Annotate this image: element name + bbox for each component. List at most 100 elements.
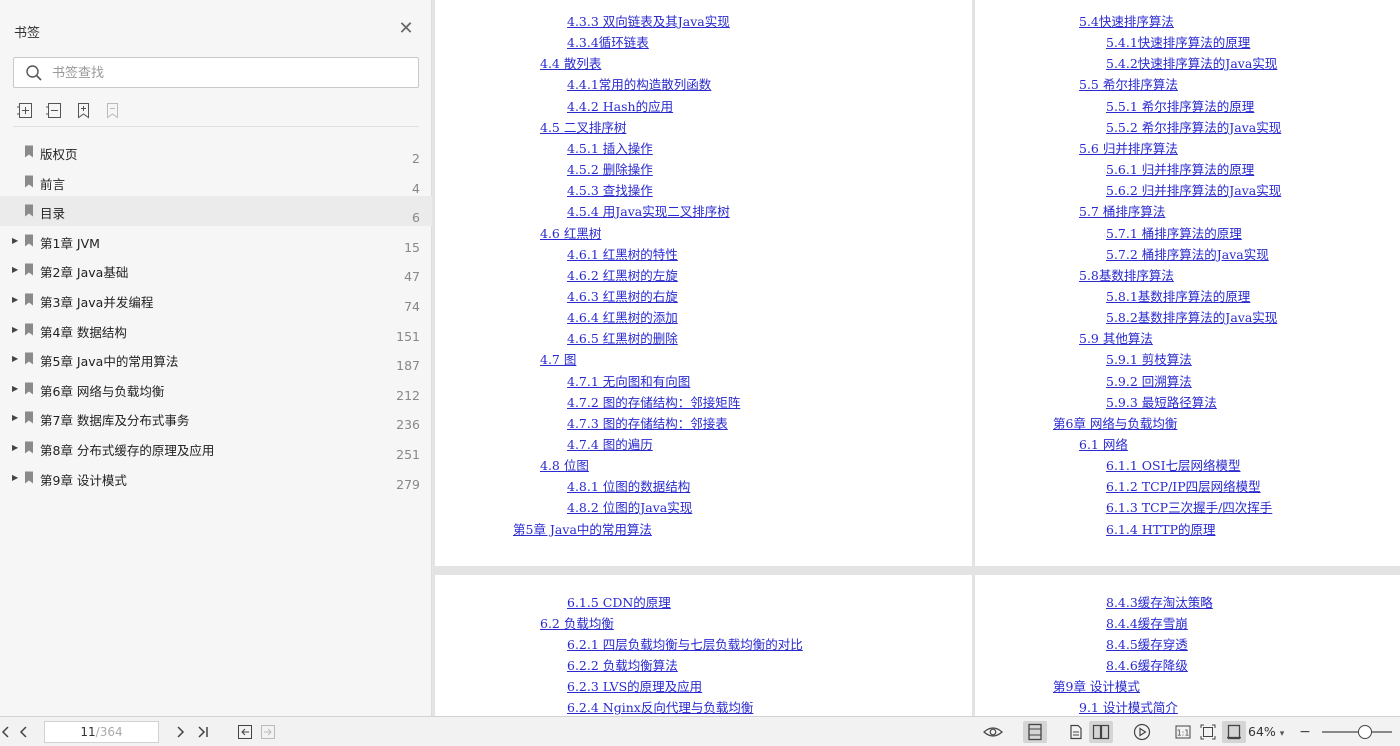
fit-page-icon[interactable] xyxy=(1198,721,1218,743)
toc-link[interactable]: 4.7 图 xyxy=(540,352,576,367)
continuous-view-icon[interactable] xyxy=(1066,721,1086,743)
bookmark-item[interactable]: 前言 4 xyxy=(0,167,432,197)
last-page-icon[interactable] xyxy=(195,721,211,743)
bookmark-item[interactable]: ▶ 第4章 数据结构 151 xyxy=(0,315,432,345)
toc-link[interactable]: 4.4 散列表 xyxy=(540,56,601,71)
toc-link[interactable]: 4.6.1 红黑树的特性 xyxy=(567,247,678,262)
zoom-level[interactable]: 64% ▾ xyxy=(1248,724,1284,739)
toc-link[interactable]: 4.6 红黑树 xyxy=(540,226,601,241)
expand-all-icon[interactable] xyxy=(16,101,35,120)
toc-link[interactable]: 4.7.4 图的遍历 xyxy=(567,437,653,452)
document-viewport[interactable]: 4.3.3 双向链表及其Java实现 4.3.4循环链表 4.4 散列表 4.4.1常… xyxy=(433,0,1400,716)
expand-arrow-icon[interactable]: ▶ xyxy=(12,295,20,305)
toc-link[interactable]: 5.5.1 希尔排序算法的原理 xyxy=(1106,99,1254,114)
toc-link[interactable]: 4.8.1 位图的数据结构 xyxy=(567,479,690,494)
toc-link[interactable]: 5.9.3 最短路径算法 xyxy=(1106,395,1217,410)
toc-link[interactable]: 4.5 二叉排序树 xyxy=(540,120,626,135)
toc-link[interactable]: 5.7.2 桶排序算法的Java实现 xyxy=(1106,247,1269,262)
close-icon[interactable]: ✕ xyxy=(397,20,415,38)
toc-link[interactable]: 5.7.1 桶排序算法的原理 xyxy=(1106,226,1242,241)
toc-link[interactable]: 6.2.2 负载均衡算法 xyxy=(567,658,678,673)
toc-link[interactable]: 5.5.2 希尔排序算法的Java实现 xyxy=(1106,120,1281,135)
toc-link[interactable]: 8.4.3缓存淘汰策略 xyxy=(1106,595,1213,610)
toc-link[interactable]: 6.2.4 Nginx反向代理与负载均衡 xyxy=(567,700,753,715)
toc-link[interactable]: 5.6.2 归并排序算法的Java实现 xyxy=(1106,183,1281,198)
toc-link[interactable]: 5.4.2快速排序算法的Java实现 xyxy=(1106,56,1277,71)
toc-link[interactable]: 4.5.3 查找操作 xyxy=(567,183,653,198)
toc-link[interactable]: 4.7.2 图的存储结构：邻接矩阵 xyxy=(567,395,740,410)
single-page-view-icon[interactable] xyxy=(1023,721,1047,743)
bookmark-item[interactable]: 目录 6 xyxy=(0,196,432,226)
expand-arrow-icon[interactable]: ▶ xyxy=(12,354,20,364)
toc-link[interactable]: 4.8.2 位图的Java实现 xyxy=(567,500,692,515)
fit-width-icon[interactable] xyxy=(1222,721,1246,743)
bookmark-item[interactable]: ▶ 第9章 设计模式 279 xyxy=(0,463,432,493)
expand-arrow-icon[interactable]: ▶ xyxy=(12,413,20,423)
expand-arrow-icon[interactable]: ▶ xyxy=(12,473,20,483)
toc-link[interactable]: 5.4.1快速排序算法的原理 xyxy=(1106,35,1250,50)
toc-link[interactable]: 6.1 网络 xyxy=(1079,437,1128,452)
bookmark-item[interactable]: ▶ 第1章 JVM 15 xyxy=(0,226,432,256)
toc-link[interactable]: 6.2.3 LVS的原理及应用 xyxy=(567,679,702,694)
bookmark-search-input[interactable] xyxy=(52,64,412,82)
first-page-icon[interactable] xyxy=(0,721,10,743)
toc-link[interactable]: 6.1.2 TCP/IP四层网络模型 xyxy=(1106,479,1261,494)
toc-link[interactable]: 5.5 希尔排序算法 xyxy=(1079,77,1178,92)
toc-link[interactable]: 5.8基数排序算法 xyxy=(1079,268,1174,283)
zoom-slider-track[interactable] xyxy=(1322,731,1392,733)
eye-protection-icon[interactable] xyxy=(982,721,1004,743)
bookmark-item[interactable]: ▶ 第7章 数据库及分布式事务 236 xyxy=(0,403,432,433)
toc-link[interactable]: 6.2 负载均衡 xyxy=(540,616,614,631)
toc-link[interactable]: 4.7.1 无向图和有向图 xyxy=(567,374,690,389)
toc-link[interactable]: 5.8.2基数排序算法的Java实现 xyxy=(1106,310,1277,325)
bookmark-item[interactable]: ▶ 第8章 分布式缓存的原理及应用 251 xyxy=(0,433,432,463)
zoom-out-icon[interactable]: − xyxy=(1298,721,1312,743)
toc-link[interactable]: 6.1.4 HTTP的原理 xyxy=(1106,522,1216,537)
bookmark-search-box[interactable] xyxy=(13,57,419,88)
zoom-slider-thumb[interactable] xyxy=(1358,725,1372,739)
page-number-input[interactable]: 11/364 xyxy=(44,721,159,743)
collapse-all-icon[interactable] xyxy=(45,101,64,120)
toc-link[interactable]: 8.4.6缓存降级 xyxy=(1106,658,1188,673)
toc-link[interactable]: 4.7.3 图的存储结构：邻接表 xyxy=(567,416,728,431)
two-page-view-icon[interactable] xyxy=(1089,721,1113,743)
toc-link[interactable]: 4.3.3 双向链表及其Java实现 xyxy=(567,14,730,29)
toc-link[interactable]: 5.6.1 归并排序算法的原理 xyxy=(1106,162,1254,177)
bookmark-item[interactable]: 版权页 2 xyxy=(0,137,432,167)
toc-link[interactable]: 4.5.1 插入操作 xyxy=(567,141,653,156)
toc-link[interactable]: 4.3.4循环链表 xyxy=(567,35,649,50)
bookmark-item[interactable]: ▶ 第6章 网络与负载均衡 212 xyxy=(0,374,432,404)
toc-link[interactable]: 5.9.1 剪枝算法 xyxy=(1106,352,1192,367)
toc-link[interactable]: 4.6.2 红黑树的左旋 xyxy=(567,268,678,283)
toc-link[interactable]: 6.1.3 TCP三次握手/四次挥手 xyxy=(1106,500,1272,515)
toc-link[interactable]: 5.6 归并排序算法 xyxy=(1079,141,1178,156)
bookmark-item[interactable]: ▶ 第2章 Java基础 47 xyxy=(0,255,432,285)
back-view-icon[interactable] xyxy=(236,721,254,743)
toc-link[interactable]: 第6章 网络与负载均衡 xyxy=(1053,416,1177,431)
zoom-dropdown-icon[interactable]: ▾ xyxy=(1280,729,1285,739)
toc-link[interactable]: 4.5.4 用Java实现二叉排序树 xyxy=(567,204,730,219)
prev-page-icon[interactable] xyxy=(16,721,32,743)
toc-link[interactable]: 8.4.4缓存雪崩 xyxy=(1106,616,1188,631)
toc-link[interactable]: 4.8 位图 xyxy=(540,458,589,473)
forward-view-icon[interactable] xyxy=(259,721,277,743)
expand-arrow-icon[interactable]: ▶ xyxy=(12,384,20,394)
toc-link[interactable]: 9.1 设计模式简介 xyxy=(1079,700,1178,715)
play-slideshow-icon[interactable] xyxy=(1131,721,1153,743)
toc-link[interactable]: 第5章 Java中的常用算法 xyxy=(513,522,652,537)
toc-link[interactable]: 4.6.4 红黑树的添加 xyxy=(567,310,678,325)
toc-link[interactable]: 4.5.2 删除操作 xyxy=(567,162,653,177)
toc-link[interactable]: 4.6.5 红黑树的删除 xyxy=(567,331,678,346)
toc-link[interactable]: 4.4.1常用的构造散列函数 xyxy=(567,77,711,92)
toc-link[interactable]: 5.8.1基数排序算法的原理 xyxy=(1106,289,1250,304)
delete-bookmark-icon[interactable] xyxy=(103,101,122,120)
toc-link[interactable]: 第9章 设计模式 xyxy=(1053,679,1140,694)
toc-link[interactable]: 6.1.1 OSI七层网络模型 xyxy=(1106,458,1241,473)
toc-link[interactable]: 4.6.3 红黑树的右旋 xyxy=(567,289,678,304)
add-bookmark-icon[interactable] xyxy=(74,101,93,120)
toc-link[interactable]: 8.4.5缓存穿透 xyxy=(1106,637,1188,652)
expand-arrow-icon[interactable]: ▶ xyxy=(12,265,20,275)
toc-link[interactable]: 5.9 其他算法 xyxy=(1079,331,1153,346)
bookmark-item[interactable]: ▶ 第3章 Java并发编程 74 xyxy=(0,285,432,315)
expand-arrow-icon[interactable]: ▶ xyxy=(12,443,20,453)
